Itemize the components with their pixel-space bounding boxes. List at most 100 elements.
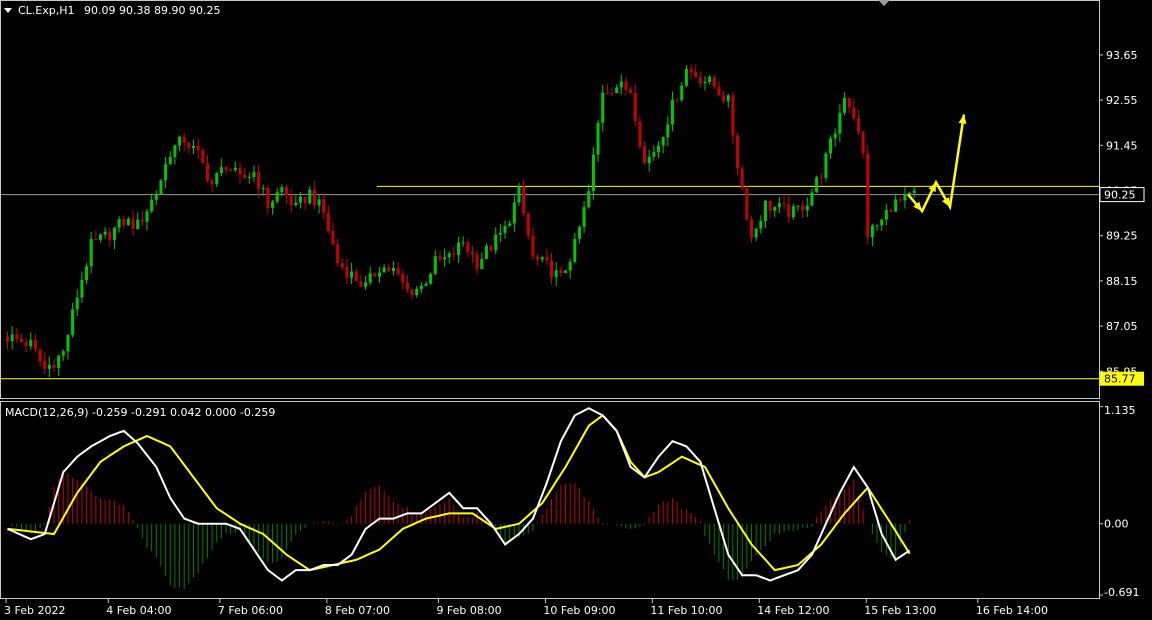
candle-body[interactable] [703, 81, 707, 84]
candle-body[interactable] [754, 228, 758, 238]
candle-body[interactable] [708, 76, 712, 82]
candle-body[interactable] [145, 211, 149, 222]
candle-body[interactable] [680, 85, 684, 101]
candle-body[interactable] [573, 238, 577, 262]
candle-body[interactable] [782, 203, 786, 205]
candle-body[interactable] [661, 137, 665, 146]
candle-body[interactable] [475, 254, 479, 270]
candle-body[interactable] [364, 282, 368, 287]
candle-body[interactable] [340, 263, 344, 268]
candle-body[interactable] [382, 267, 386, 273]
candle-body[interactable] [619, 81, 623, 88]
candle-body[interactable] [787, 204, 791, 217]
candle-body[interactable] [805, 205, 809, 211]
candle-body[interactable] [192, 146, 195, 149]
candle-body[interactable] [512, 202, 516, 224]
candle-body[interactable] [759, 220, 763, 229]
candle-body[interactable] [629, 89, 633, 93]
candle-body[interactable] [410, 289, 414, 296]
candle-body[interactable] [57, 355, 61, 368]
candle-body[interactable] [331, 230, 335, 245]
candle-body[interactable] [847, 97, 851, 108]
candle-body[interactable] [471, 252, 474, 255]
candle-body[interactable] [457, 242, 461, 255]
candle-body[interactable] [210, 180, 214, 185]
candle-body[interactable] [52, 364, 56, 368]
candle-body[interactable] [856, 118, 860, 132]
candle-body[interactable] [433, 256, 437, 274]
candle-body[interactable] [89, 238, 93, 267]
candle-body[interactable] [266, 188, 270, 208]
candle-body[interactable] [178, 136, 182, 146]
candle-body[interactable] [763, 200, 767, 221]
candle-body[interactable] [201, 150, 205, 164]
candle-body[interactable] [726, 95, 730, 102]
candle-body[interactable] [368, 273, 372, 283]
candle-body[interactable] [554, 270, 558, 278]
candle-body[interactable] [829, 138, 833, 154]
candle-body[interactable] [229, 169, 233, 171]
candle-body[interactable] [85, 266, 89, 280]
candle-body[interactable] [61, 351, 65, 356]
candle-body[interactable] [71, 309, 75, 336]
candle-body[interactable] [373, 273, 377, 277]
candle-body[interactable] [354, 271, 358, 282]
candle-body[interactable] [815, 177, 819, 193]
candle-body[interactable] [122, 219, 126, 226]
candle-body[interactable] [224, 167, 228, 170]
candle-body[interactable] [443, 257, 447, 260]
candle-body[interactable] [768, 200, 772, 211]
candle-body[interactable] [694, 72, 698, 78]
candle-body[interactable] [396, 267, 400, 274]
candle-body[interactable] [898, 199, 902, 201]
candle-body[interactable] [405, 282, 409, 290]
candle-body[interactable] [791, 206, 795, 217]
candle-body[interactable] [624, 81, 628, 90]
candle-body[interactable] [717, 86, 721, 96]
candle-body[interactable] [94, 238, 98, 240]
candle-body[interactable] [350, 271, 354, 278]
candle-body[interactable] [15, 334, 19, 339]
candle-body[interactable] [810, 192, 814, 206]
candle-body[interactable] [126, 218, 130, 226]
candle-body[interactable] [652, 152, 656, 157]
candle-body[interactable] [610, 92, 614, 94]
candle-body[interactable] [912, 190, 916, 193]
candle-body[interactable] [419, 285, 423, 290]
candle-body[interactable] [880, 219, 884, 226]
candle-body[interactable] [205, 163, 209, 181]
candle-body[interactable] [745, 188, 749, 220]
candle-body[interactable] [503, 225, 507, 233]
candle-body[interactable] [689, 68, 693, 73]
candle-body[interactable] [252, 172, 256, 177]
candle-body[interactable] [336, 244, 340, 264]
candle-body[interactable] [466, 242, 470, 253]
candle-body[interactable] [424, 283, 428, 286]
candle-body[interactable] [215, 173, 219, 185]
candle-body[interactable] [698, 77, 702, 84]
candle-body[interactable] [773, 207, 777, 211]
candle-body[interactable] [526, 213, 530, 236]
candle-body[interactable] [894, 199, 898, 212]
candle-body[interactable] [378, 272, 381, 277]
candle-body[interactable] [498, 232, 502, 235]
candle-body[interactable] [684, 68, 688, 86]
candle-body[interactable] [480, 259, 484, 270]
candle-body[interactable] [564, 270, 567, 274]
candle-body[interactable] [536, 256, 540, 260]
candle-body[interactable] [38, 349, 42, 361]
candle-body[interactable] [303, 196, 307, 204]
candle-body[interactable] [401, 273, 405, 283]
candle-body[interactable] [112, 227, 116, 241]
candle-body[interactable] [638, 121, 642, 147]
candle-body[interactable] [154, 194, 158, 200]
candle-body[interactable] [670, 99, 674, 125]
candle-body[interactable] [75, 297, 79, 310]
candle-body[interactable] [722, 95, 726, 102]
candle-body[interactable] [345, 267, 349, 278]
candle-body[interactable] [187, 142, 191, 149]
candle-body[interactable] [257, 172, 261, 190]
candle-body[interactable] [298, 196, 302, 203]
candle-body[interactable] [10, 334, 14, 341]
candle-body[interactable] [326, 212, 330, 231]
